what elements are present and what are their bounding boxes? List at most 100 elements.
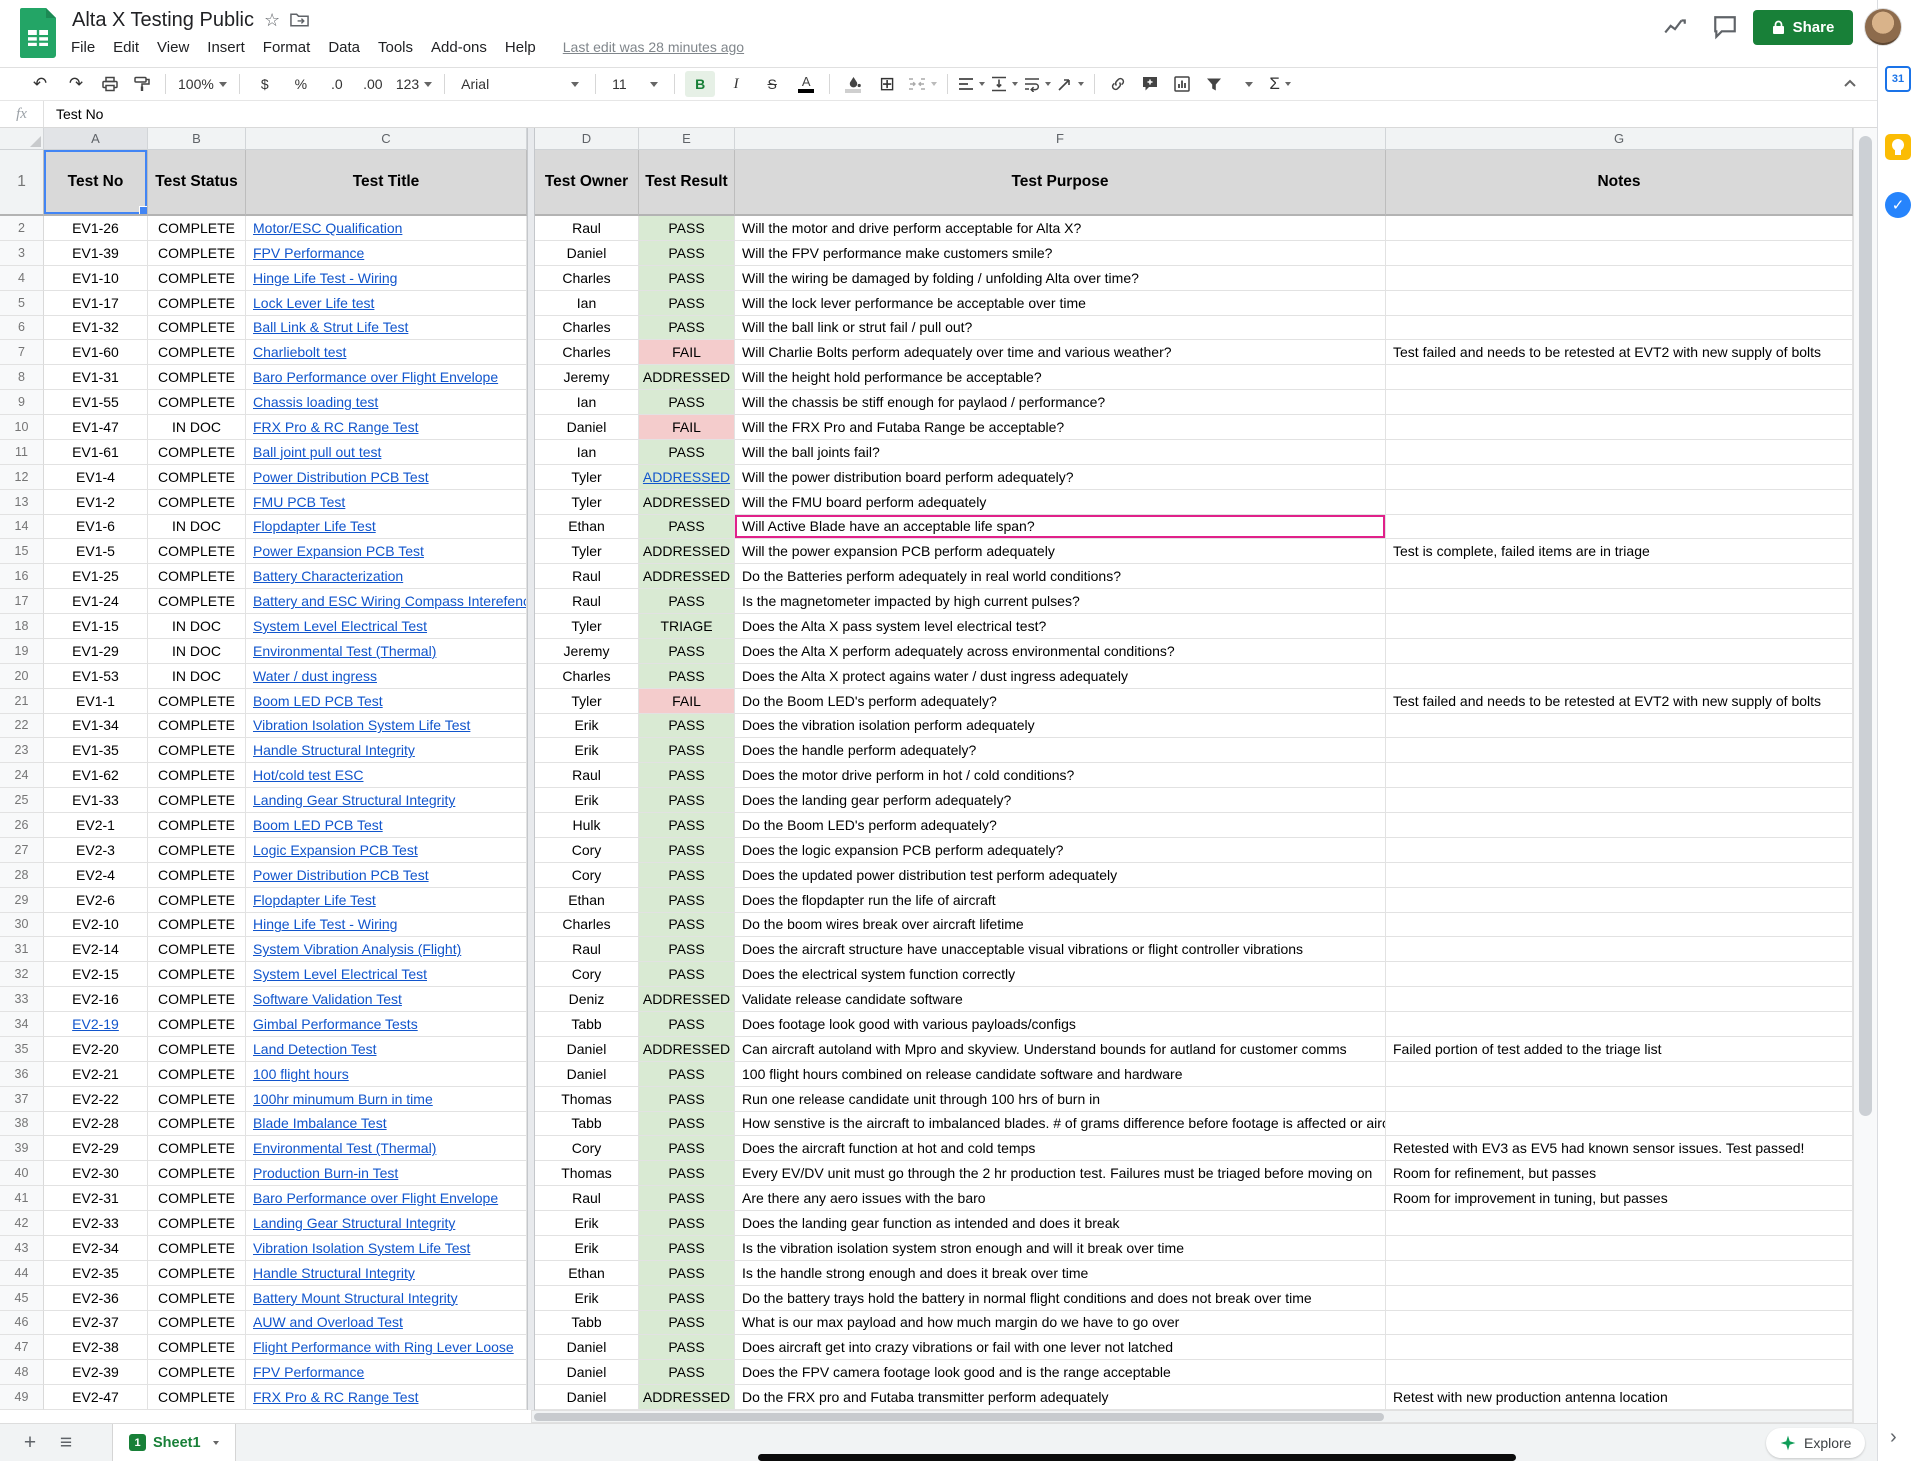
cell-A3[interactable]: EV1-39	[44, 241, 148, 266]
cell-D9[interactable]: Ian	[535, 390, 639, 415]
cell-C35[interactable]: Land Detection Test	[246, 1037, 527, 1062]
cell-B5[interactable]: COMPLETE	[148, 291, 246, 316]
sheet-tab-sheet1[interactable]: 1 Sheet1	[112, 1424, 236, 1461]
cell-E10[interactable]: FAIL	[639, 415, 735, 440]
row-number-14[interactable]: 14	[0, 515, 44, 540]
row-number-26[interactable]: 26	[0, 813, 44, 838]
cell-G44[interactable]	[1386, 1261, 1853, 1286]
cell-D37[interactable]: Thomas	[535, 1087, 639, 1112]
cell-A4[interactable]: EV1-10	[44, 266, 148, 291]
cell-F3[interactable]: Will the FPV performance make customers …	[735, 241, 1386, 266]
cell-B41[interactable]: COMPLETE	[148, 1186, 246, 1211]
cell-D28[interactable]: Cory	[535, 863, 639, 888]
cell-E17[interactable]: PASS	[639, 589, 735, 614]
cell-A31[interactable]: EV2-14	[44, 937, 148, 962]
select-all-corner[interactable]	[0, 128, 44, 150]
cell-C5[interactable]: Lock Lever Life test	[246, 291, 527, 316]
menu-format[interactable]: Format	[254, 39, 320, 56]
cell-C6[interactable]: Ball Link & Strut Life Test	[246, 316, 527, 341]
cell-C18[interactable]: System Level Electrical Test	[246, 614, 527, 639]
cell-C26[interactable]: Boom LED PCB Test	[246, 813, 527, 838]
cell-B27[interactable]: COMPLETE	[148, 838, 246, 863]
cell-F18[interactable]: Does the Alta X pass system level electr…	[735, 614, 1386, 639]
cell-D41[interactable]: Raul	[535, 1186, 639, 1211]
cell-C37[interactable]: 100hr minumum Burn in time	[246, 1087, 527, 1112]
cell-F2[interactable]: Will the motor and drive perform accepta…	[735, 216, 1386, 241]
bold-button[interactable]: B	[685, 71, 715, 97]
cell-F19[interactable]: Does the Alta X perform adequately acros…	[735, 639, 1386, 664]
cell-B11[interactable]: COMPLETE	[148, 440, 246, 465]
cell-G34[interactable]	[1386, 1012, 1853, 1037]
cell-B3[interactable]: COMPLETE	[148, 241, 246, 266]
cell-D40[interactable]: Thomas	[535, 1161, 639, 1186]
explore-button[interactable]: Explore	[1766, 1428, 1865, 1458]
cell-F36[interactable]: 100 flight hours combined on release can…	[735, 1062, 1386, 1087]
cell-B40[interactable]: COMPLETE	[148, 1161, 246, 1186]
cell-A10[interactable]: EV1-47	[44, 415, 148, 440]
row-number-5[interactable]: 5	[0, 291, 44, 316]
cell-C42[interactable]: Landing Gear Structural Integrity	[246, 1211, 527, 1236]
cell-A12[interactable]: EV1-4	[44, 465, 148, 490]
cell-G7[interactable]: Test failed and needs to be retested at …	[1386, 340, 1853, 365]
decrease-decimal-button[interactable]: .0	[322, 71, 352, 97]
last-edit-link[interactable]: Last edit was 28 minutes ago	[563, 39, 744, 55]
row-number-4[interactable]: 4	[0, 266, 44, 291]
cell-C38[interactable]: Blade Imbalance Test	[246, 1112, 527, 1137]
insert-chart-button[interactable]	[1169, 71, 1195, 97]
cell-F15[interactable]: Will the power expansion PCB perform ade…	[735, 539, 1386, 564]
cell-D21[interactable]: Tyler	[535, 689, 639, 714]
row-number-6[interactable]: 6	[0, 316, 44, 341]
merge-cells-button[interactable]	[908, 71, 937, 97]
cell-D46[interactable]: Tabb	[535, 1311, 639, 1336]
cell-G5[interactable]	[1386, 291, 1853, 316]
cell-A23[interactable]: EV1-35	[44, 738, 148, 763]
cell-B12[interactable]: COMPLETE	[148, 465, 246, 490]
row-number-16[interactable]: 16	[0, 564, 44, 589]
row-number-29[interactable]: 29	[0, 888, 44, 913]
text-rotation-button[interactable]	[1057, 71, 1084, 97]
cell-F44[interactable]: Is the handle strong enough and does it …	[735, 1261, 1386, 1286]
text-color-button[interactable]: A	[793, 71, 819, 97]
cell-G15[interactable]: Test is complete, failed items are in tr…	[1386, 539, 1853, 564]
header-cell-B[interactable]: Test Status	[148, 150, 246, 216]
sheets-logo-icon[interactable]	[20, 8, 56, 58]
cell-B21[interactable]: COMPLETE	[148, 689, 246, 714]
cell-G42[interactable]	[1386, 1211, 1853, 1236]
cell-A36[interactable]: EV2-21	[44, 1062, 148, 1087]
sheet-tab-menu-icon[interactable]	[213, 1441, 219, 1445]
cell-C19[interactable]: Environmental Test (Thermal)	[246, 639, 527, 664]
row-number-20[interactable]: 20	[0, 664, 44, 689]
cell-G4[interactable]	[1386, 266, 1853, 291]
cell-F20[interactable]: Does the Alta X protect agains water / d…	[735, 664, 1386, 689]
cell-D38[interactable]: Tabb	[535, 1112, 639, 1137]
cell-B4[interactable]: COMPLETE	[148, 266, 246, 291]
cell-E31[interactable]: PASS	[639, 937, 735, 962]
cell-A37[interactable]: EV2-22	[44, 1087, 148, 1112]
cell-F6[interactable]: Will the ball link or strut fail / pull …	[735, 316, 1386, 341]
cell-F40[interactable]: Every EV/DV unit must go through the 2 h…	[735, 1161, 1386, 1186]
cell-D24[interactable]: Raul	[535, 763, 639, 788]
cell-C8[interactable]: Baro Performance over Flight Envelope	[246, 365, 527, 390]
cell-C46[interactable]: AUW and Overload Test	[246, 1311, 527, 1336]
cell-C21[interactable]: Boom LED PCB Test	[246, 689, 527, 714]
cell-D12[interactable]: Tyler	[535, 465, 639, 490]
activity-dashboard-icon[interactable]	[1662, 14, 1688, 40]
row-number-43[interactable]: 43	[0, 1236, 44, 1261]
row-number-45[interactable]: 45	[0, 1286, 44, 1311]
cell-F27[interactable]: Does the logic expansion PCB perform ade…	[735, 838, 1386, 863]
cell-C13[interactable]: FMU PCB Test	[246, 490, 527, 515]
cell-C30[interactable]: Hinge Life Test - Wiring	[246, 913, 527, 938]
cell-A19[interactable]: EV1-29	[44, 639, 148, 664]
menu-file[interactable]: File	[62, 39, 104, 56]
row-number-12[interactable]: 12	[0, 465, 44, 490]
row-number-41[interactable]: 41	[0, 1186, 44, 1211]
cell-F31[interactable]: Does the aircraft structure have unaccep…	[735, 937, 1386, 962]
cell-E43[interactable]: PASS	[639, 1236, 735, 1261]
keep-icon[interactable]	[1885, 134, 1911, 160]
header-cell-C[interactable]: Test Title	[246, 150, 527, 216]
cell-B20[interactable]: IN DOC	[148, 664, 246, 689]
cell-A21[interactable]: EV1-1	[44, 689, 148, 714]
cell-D36[interactable]: Daniel	[535, 1062, 639, 1087]
cell-F21[interactable]: Do the Boom LED's perform adequately?	[735, 689, 1386, 714]
text-wrap-button[interactable]	[1024, 71, 1051, 97]
